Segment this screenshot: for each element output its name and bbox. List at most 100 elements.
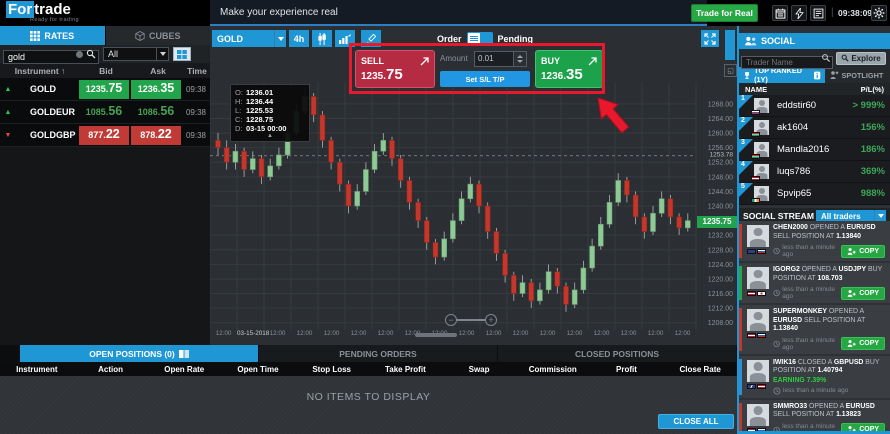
- svg-text:1208.00: 1208.00: [708, 320, 733, 327]
- col-time[interactable]: Time: [184, 66, 210, 76]
- tab-cubes[interactable]: CUBES: [106, 26, 211, 45]
- explore-button[interactable]: Explore: [836, 52, 886, 65]
- svg-text:1244.00: 1244.00: [708, 189, 733, 196]
- flag-icon: [751, 110, 760, 115]
- social-header: SOCIAL: [739, 33, 890, 49]
- tab-closed-positions[interactable]: CLOSED POSITIONS: [498, 345, 736, 362]
- top-bar: Fortrade Ready for trading Make your exp…: [0, 0, 890, 26]
- trader-row[interactable]: 4luqs786369%: [739, 161, 890, 183]
- zoom-slider[interactable]: [457, 319, 485, 321]
- indicators-button[interactable]: [335, 30, 355, 47]
- search-icon[interactable]: [86, 49, 96, 59]
- pencil-icon: [366, 34, 376, 44]
- trade-for-real-button[interactable]: Trade for Real: [691, 4, 758, 22]
- timeframe-button[interactable]: 4h: [289, 30, 309, 47]
- bid-price[interactable]: 1085.56: [79, 103, 129, 122]
- spotlight-icon: [829, 70, 839, 80]
- trader-row[interactable]: 2ak1604156%: [739, 117, 890, 139]
- tab-spotlight[interactable]: SPOTLIGHT: [825, 67, 890, 83]
- settings-gear-icon[interactable]: [871, 5, 887, 21]
- col-ask[interactable]: Ask: [132, 66, 184, 76]
- search-icon: [841, 54, 849, 62]
- search-icon: [821, 53, 831, 63]
- stream-timestamp: less than a minute ago: [773, 423, 841, 432]
- instrument-filter-select[interactable]: All: [103, 47, 169, 61]
- col-instrument[interactable]: Instrument ↑: [0, 66, 80, 76]
- order-label: Order: [437, 34, 462, 44]
- flag-icon: [747, 428, 756, 432]
- rates-view-toggle-button[interactable]: [173, 47, 191, 61]
- tab-pending-orders[interactable]: PENDING ORDERS: [259, 345, 497, 362]
- empty-message: NO ITEMS TO DISPLAY: [0, 391, 737, 403]
- bid-price[interactable]: 877.22: [79, 126, 129, 145]
- news-icon[interactable]: [810, 5, 826, 21]
- side-indicator-bar: [739, 266, 742, 300]
- clock-display: 09:38:09: [838, 8, 872, 18]
- traders-table-header: NAME P/L(%): [739, 83, 890, 95]
- trader-pl: 156%: [861, 122, 885, 133]
- copy-button[interactable]: COPY: [841, 337, 885, 350]
- candlestick-style-button[interactable]: [312, 30, 332, 47]
- current-price-badge: 1235.75: [697, 216, 737, 228]
- tab-rates[interactable]: RATES: [0, 26, 105, 45]
- alerts-bolt-icon[interactable]: [791, 5, 807, 21]
- step-up-icon[interactable]: [517, 55, 523, 58]
- earning-label: EARNING 7.39%: [773, 377, 885, 384]
- trader-row[interactable]: 3Mandla2016186%: [739, 139, 890, 161]
- symbol-select[interactable]: GOLD: [212, 30, 286, 47]
- order-pending-toggle[interactable]: [467, 32, 493, 45]
- panel-window-icon[interactable]: ◱: [724, 64, 737, 77]
- panel-collapse-strip[interactable]: [725, 30, 735, 60]
- flag-icon: [757, 333, 766, 338]
- calendar-icon[interactable]: [772, 5, 788, 21]
- zoom-in-icon[interactable]: +: [485, 314, 497, 326]
- app-logo[interactable]: Fortrade Ready for trading: [6, 2, 79, 23]
- flag-icon: [751, 154, 760, 159]
- fullscreen-expand-button[interactable]: [701, 30, 719, 47]
- trader-pl: > 999%: [853, 100, 886, 111]
- trader-row[interactable]: 1eddstir60> 999%: [739, 95, 890, 117]
- grid-icon: [30, 31, 40, 41]
- slogan-text: Make your experience real: [220, 7, 338, 18]
- stream-title: SOCIAL STREAM: [743, 211, 814, 221]
- ask-price[interactable]: 878.22: [131, 126, 181, 145]
- close-all-button[interactable]: CLOSE ALL: [658, 414, 734, 429]
- draw-tools-button[interactable]: [361, 30, 381, 47]
- amount-stepper[interactable]: [514, 51, 527, 67]
- buy-button[interactable]: BUY 1236.35: [535, 50, 603, 88]
- buy-arrow-icon: [588, 57, 597, 66]
- trader-search-input[interactable]: [741, 56, 833, 69]
- zoom-out-icon[interactable]: −: [445, 314, 457, 326]
- instrument-search-input[interactable]: [3, 50, 99, 64]
- tooltip-collapse-icon[interactable]: ▲: [235, 133, 305, 140]
- candlestick-icon: [317, 33, 327, 45]
- copy-button[interactable]: COPY: [841, 245, 885, 258]
- flag-icon: [747, 249, 756, 254]
- svg-text:1248.00: 1248.00: [708, 174, 733, 181]
- col-pl: P/L(%): [861, 85, 884, 94]
- stream-timestamp: less than a minute ago: [773, 387, 848, 395]
- rates-row[interactable]: ▲GOLDEUR1085.561086.5609:38: [0, 101, 210, 124]
- amount-input[interactable]: [474, 51, 514, 67]
- col-bid[interactable]: Bid: [80, 66, 132, 76]
- chart-scrollbar[interactable]: [415, 333, 457, 337]
- copy-button[interactable]: COPY: [841, 287, 885, 300]
- clear-search-icon[interactable]: [76, 51, 83, 58]
- tab-top-ranked[interactable]: TOP RANKED (1Y): [739, 67, 825, 83]
- top-ranked-label: TOP RANKED (1Y): [754, 66, 811, 84]
- rates-row[interactable]: ▼GOLDGBP877.22878.2209:38: [0, 124, 210, 147]
- rates-row[interactable]: ▲GOLD1235.751236.3509:38: [0, 78, 210, 101]
- amount-label: Amount: [440, 54, 474, 63]
- set-sl-tp-button[interactable]: Set S/L T/P: [440, 71, 530, 87]
- tab-open-positions[interactable]: OPEN POSITIONS (0): [20, 345, 258, 362]
- tab-cubes-label: CUBES: [149, 31, 181, 41]
- side-indicator-bar: [739, 308, 742, 351]
- sell-button[interactable]: SELL 1235.75: [355, 50, 435, 88]
- trader-name: luqs786: [777, 166, 861, 177]
- copy-button[interactable]: COPY: [841, 423, 885, 431]
- trader-row[interactable]: 5Spvip65988%: [739, 183, 890, 205]
- ask-price[interactable]: 1086.56: [131, 103, 181, 122]
- ask-price[interactable]: 1236.35: [131, 80, 181, 99]
- bid-price[interactable]: 1235.75: [79, 80, 129, 99]
- step-down-icon[interactable]: [517, 60, 523, 63]
